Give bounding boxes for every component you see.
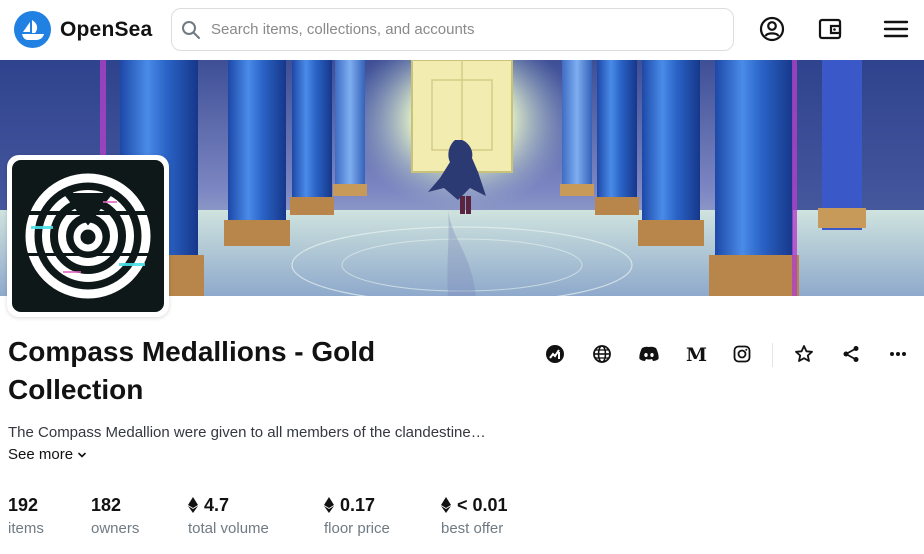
divider [772, 343, 773, 367]
see-more-label: See more [8, 446, 74, 463]
stat-best-offer[interactable]: < 0.01 best offer [441, 494, 508, 537]
collection-description: The Compass Medallion were given to all … [8, 424, 486, 441]
star-icon[interactable] [790, 340, 818, 368]
menu-icon[interactable] [881, 14, 911, 44]
stat-label: owners [91, 520, 140, 537]
top-nav: OpenSea [0, 0, 924, 60]
brand-name: OpenSea [60, 17, 153, 41]
collection-title: Compass Medallions - Gold Collection [8, 336, 376, 405]
opensea-logo[interactable]: OpenSea [14, 11, 152, 48]
stat-value: 182 [91, 494, 122, 515]
stat-label: floor price [324, 520, 390, 537]
eth-icon [188, 497, 198, 513]
stat-value: 0.17 [340, 494, 376, 515]
chevron-down-icon [78, 452, 86, 458]
wallet-icon[interactable] [815, 14, 845, 44]
stat-value: 4.7 [204, 494, 230, 515]
stat-label: items [8, 520, 44, 537]
more-icon[interactable] [884, 340, 912, 368]
activity-icon[interactable] [541, 340, 569, 368]
discord-icon[interactable] [635, 340, 663, 368]
search-icon [182, 20, 200, 39]
compass-medallion-logo [12, 160, 164, 312]
stat-value: < 0.01 [457, 494, 508, 515]
stat-items[interactable]: 192 items [8, 494, 44, 538]
search-input[interactable] [211, 21, 711, 38]
svg-text:M: M [686, 344, 707, 364]
opensea-logo-icon [14, 11, 51, 48]
account-icon[interactable] [757, 14, 787, 44]
eth-icon [441, 497, 451, 513]
eth-icon [324, 497, 334, 513]
stat-floor-price[interactable]: 0.17 floor price [324, 494, 390, 537]
stat-owners[interactable]: 182 owners [91, 494, 140, 538]
medium-icon[interactable]: M [682, 340, 710, 368]
stat-label: best offer [441, 520, 504, 537]
instagram-icon[interactable] [728, 340, 756, 368]
search-bar[interactable] [171, 8, 734, 51]
stat-label: total volume [188, 520, 269, 537]
stat-total-volume[interactable]: 4.7 total volume [188, 494, 269, 537]
see-more-button[interactable]: See more [8, 446, 87, 463]
collection-avatar[interactable] [7, 155, 169, 317]
share-icon[interactable] [837, 340, 865, 368]
stat-value: 192 [8, 494, 39, 515]
globe-icon[interactable] [588, 340, 616, 368]
